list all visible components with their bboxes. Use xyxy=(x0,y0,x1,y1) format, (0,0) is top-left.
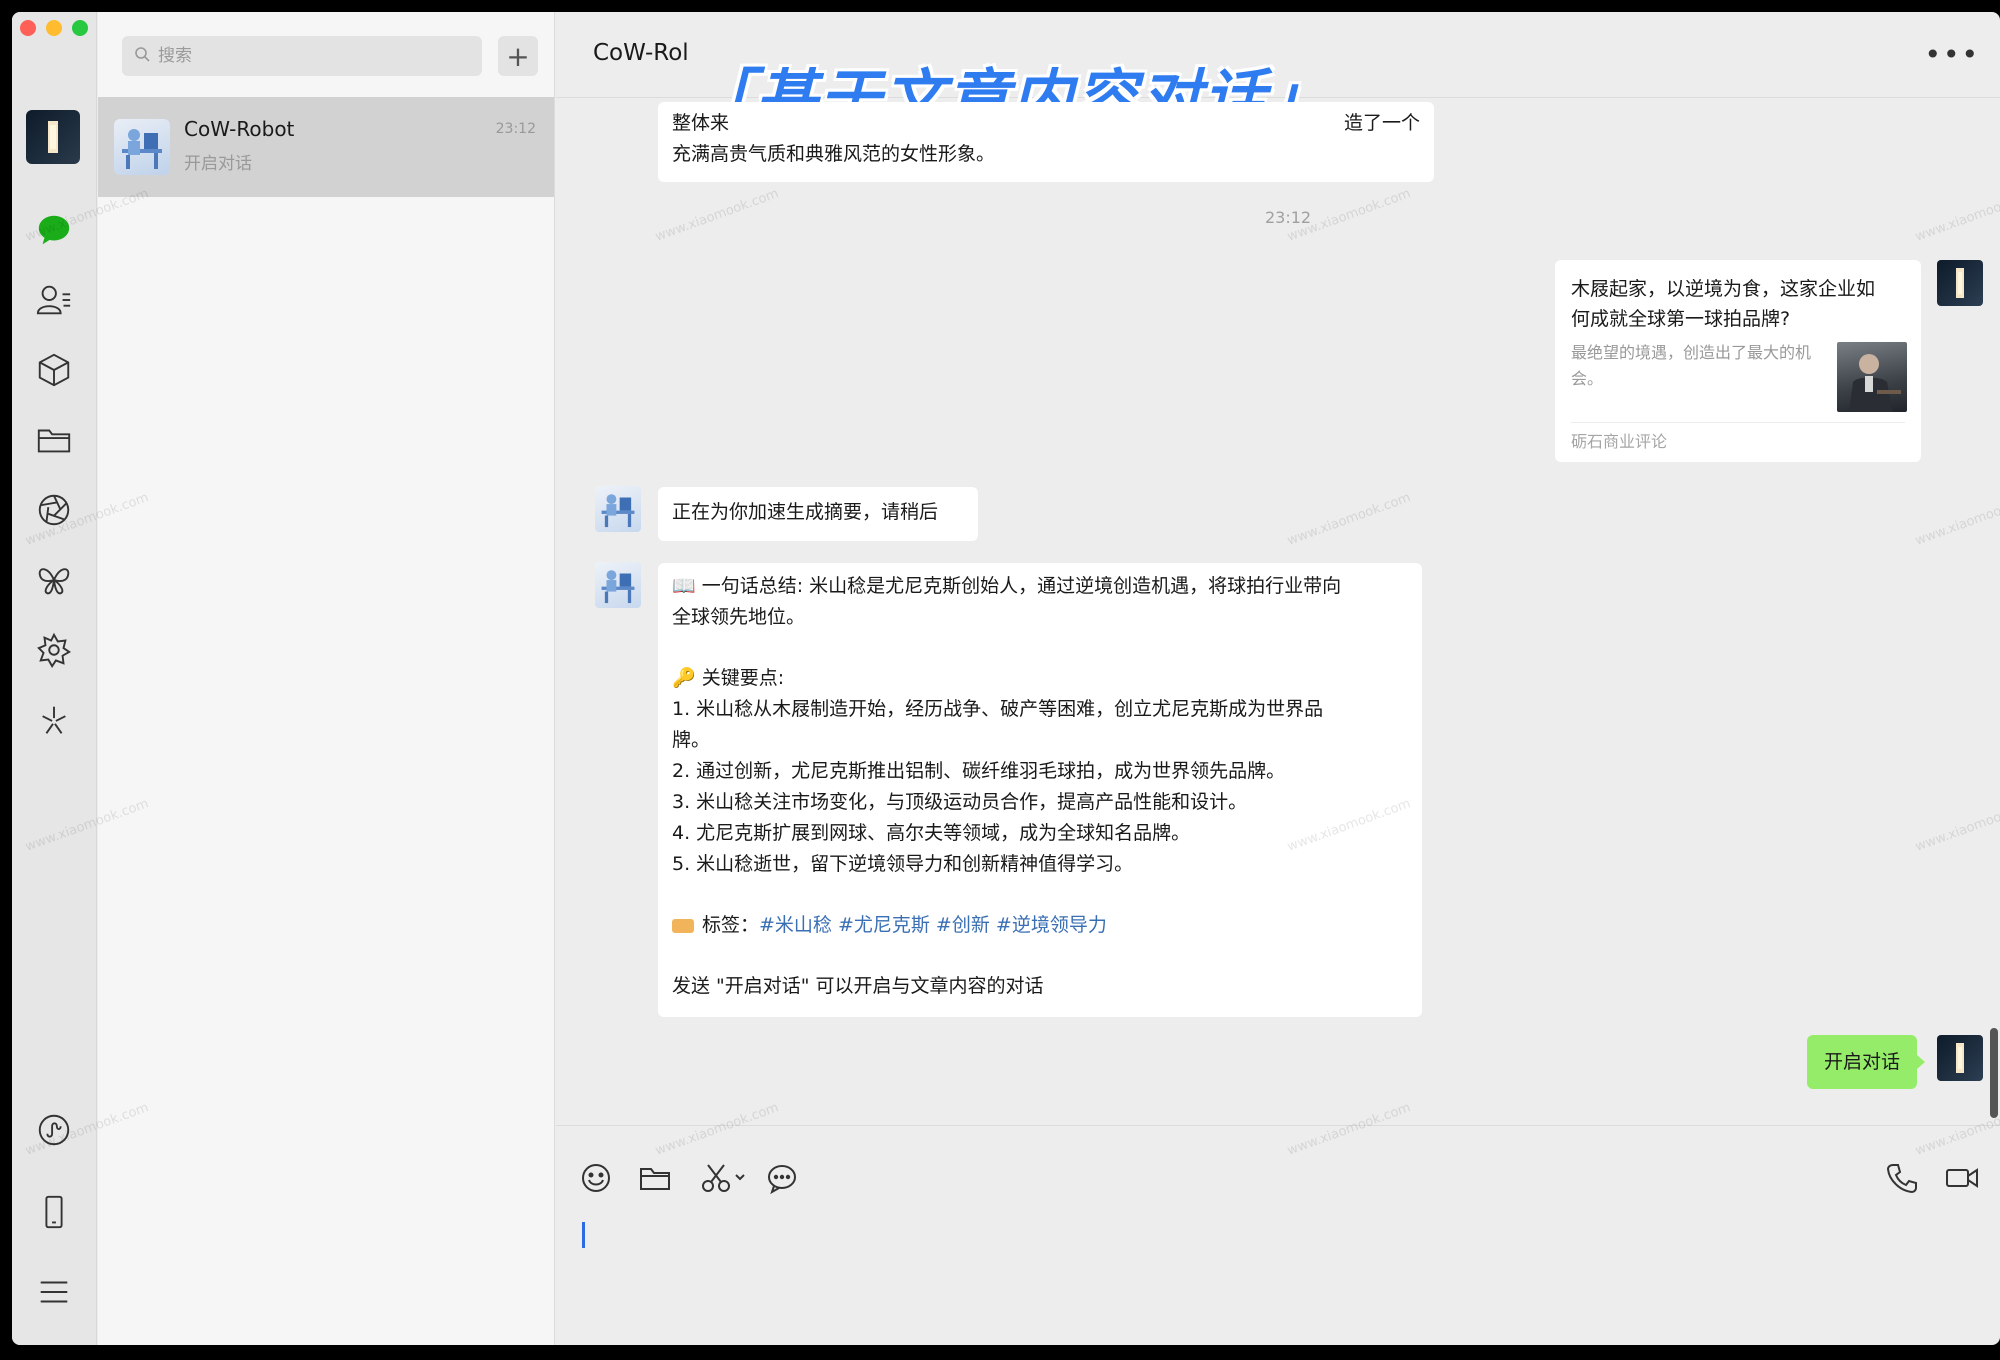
text-cursor[interactable] xyxy=(582,1222,585,1248)
keypoint-5: 5. 米山稔逝世，留下逆境领导力和创新精神值得学习。 xyxy=(672,853,1134,875)
article-description: 最绝望的境遇，创造出了最大的机会。 xyxy=(1571,343,1812,388)
menu-icon[interactable] xyxy=(26,1264,82,1320)
gear-flower-icon[interactable] xyxy=(26,622,82,678)
folder-icon[interactable] xyxy=(26,412,82,468)
search-input[interactable] xyxy=(158,46,458,66)
tags-label: 标签： xyxy=(702,914,760,936)
summary-line1: 📖 一句话总结: 米山稔是尤尼克斯创始人，通过逆境创造机遇，将球拍行业带向 xyxy=(672,575,1342,597)
sent-message: 开启对话 xyxy=(1807,1035,1917,1089)
close-window-button[interactable] xyxy=(20,20,36,36)
chat-title: CoW-Rol xyxy=(593,40,689,66)
phone-call-icon[interactable] xyxy=(1882,1158,1922,1198)
maximize-window-button[interactable] xyxy=(72,20,88,36)
search-icon xyxy=(134,46,150,67)
my-avatar[interactable] xyxy=(1937,1035,1983,1081)
tags-links[interactable]: #米山稔 #尤尼克斯 #创新 #逆境领导力 xyxy=(759,914,1107,936)
summary-footer: 发送 "开启对话" 可以开启与文章内容的对话 xyxy=(672,975,1044,997)
scissors-icon[interactable] xyxy=(696,1158,752,1198)
conversation-name: CoW-Robot xyxy=(184,117,295,141)
partial-line1-end: 造了一个 xyxy=(1343,112,1420,134)
more-options-button[interactable]: ••• xyxy=(1924,38,1980,71)
my-avatar[interactable] xyxy=(1937,260,1983,306)
card-divider xyxy=(1571,422,1905,423)
video-call-icon[interactable] xyxy=(1942,1158,1982,1198)
keypoint-1b: 牌。 xyxy=(672,729,711,751)
article-thumbnail xyxy=(1837,342,1907,412)
conversation-item-cow-robot[interactable]: CoW-Robot 23:12 开启对话 xyxy=(98,97,554,197)
summary-message: 📖 一句话总结: 米山稔是尤尼克斯创始人，通过逆境创造机遇，将球拍行业带向 全球… xyxy=(658,563,1422,1017)
tags-row: 标签：#米山稔 #尤尼克斯 #创新 #逆境领导力 xyxy=(672,910,1408,941)
phone-icon[interactable] xyxy=(26,1184,82,1240)
conversation-preview: 开启对话 xyxy=(184,154,252,174)
app-window: + CoW-Robot 23:12 开启对话 CoW-Rol ••• 「基于文章… xyxy=(12,12,2000,1345)
article-card[interactable]: 木屐起家，以逆境为食，这家企业如何成就全球第一球拍品牌? 最绝望的境遇，创造出了… xyxy=(1555,260,1921,462)
folder-icon[interactable] xyxy=(635,1158,675,1198)
article-source: 砺石商业评论 xyxy=(1571,432,1668,451)
generating-text: 正在为你加速生成摘要，请稍后 xyxy=(672,501,939,523)
sparkle-icon[interactable] xyxy=(26,692,82,748)
message-composer xyxy=(556,1125,2000,1345)
keypoint-3: 3. 米山稔关注市场变化，与顶级运动员合作，提高产品性能和设计。 xyxy=(672,791,1248,813)
emoji-icon[interactable] xyxy=(576,1158,616,1198)
minimize-window-button[interactable] xyxy=(46,20,62,36)
window-controls xyxy=(20,20,88,36)
conversation-time: 23:12 xyxy=(495,121,536,137)
keypoint-2: 2. 通过创新，尤尼克斯推出铝制、碳纤维羽毛球拍，成为世界领先品牌。 xyxy=(672,760,1286,782)
message-bubble-partial: 整体来 造了一个 充满高贵气质和典雅风范的女性形象。 xyxy=(658,102,1434,182)
tag-icon xyxy=(672,918,694,933)
keypoint-1a: 1. 米山稔从木屐制造开始，经历战争、破产等困难，创立尤尼克斯成为世界品 xyxy=(672,698,1324,720)
butterfly-icon[interactable] xyxy=(26,552,82,608)
add-chat-button[interactable]: + xyxy=(498,36,538,76)
robot-avatar[interactable] xyxy=(595,562,641,608)
user-avatar[interactable] xyxy=(26,110,80,164)
robot-avatar xyxy=(114,119,170,175)
generating-message: 正在为你加速生成摘要，请稍后 xyxy=(658,487,978,541)
summary-line2: 全球领先地位。 xyxy=(672,606,806,628)
chat-bubble-icon[interactable] xyxy=(762,1158,802,1198)
robot-avatar[interactable] xyxy=(595,486,641,532)
search-box[interactable] xyxy=(122,36,482,76)
chat-list-panel: + CoW-Robot 23:12 开启对话 xyxy=(98,12,555,1345)
chat-scrollbar[interactable] xyxy=(1990,1028,1998,1118)
article-title: 木屐起家，以逆境为食，这家企业如何成就全球第一球拍品牌? xyxy=(1571,278,1876,330)
partial-line1-start: 整体来 xyxy=(672,112,730,134)
keypoints-header: 🔑 关键要点: xyxy=(672,667,785,689)
sent-bubble-tail xyxy=(1917,1055,1925,1069)
chat-panel: CoW-Rol ••• 「基于文章内容对话」 整体来 造了一个 充满高贵气质和典雅… xyxy=(556,12,2000,1345)
partial-line2: 充满高贵气质和典雅风范的女性形象。 xyxy=(672,143,996,165)
contacts-icon[interactable] xyxy=(26,272,82,328)
box-icon[interactable] xyxy=(26,342,82,398)
